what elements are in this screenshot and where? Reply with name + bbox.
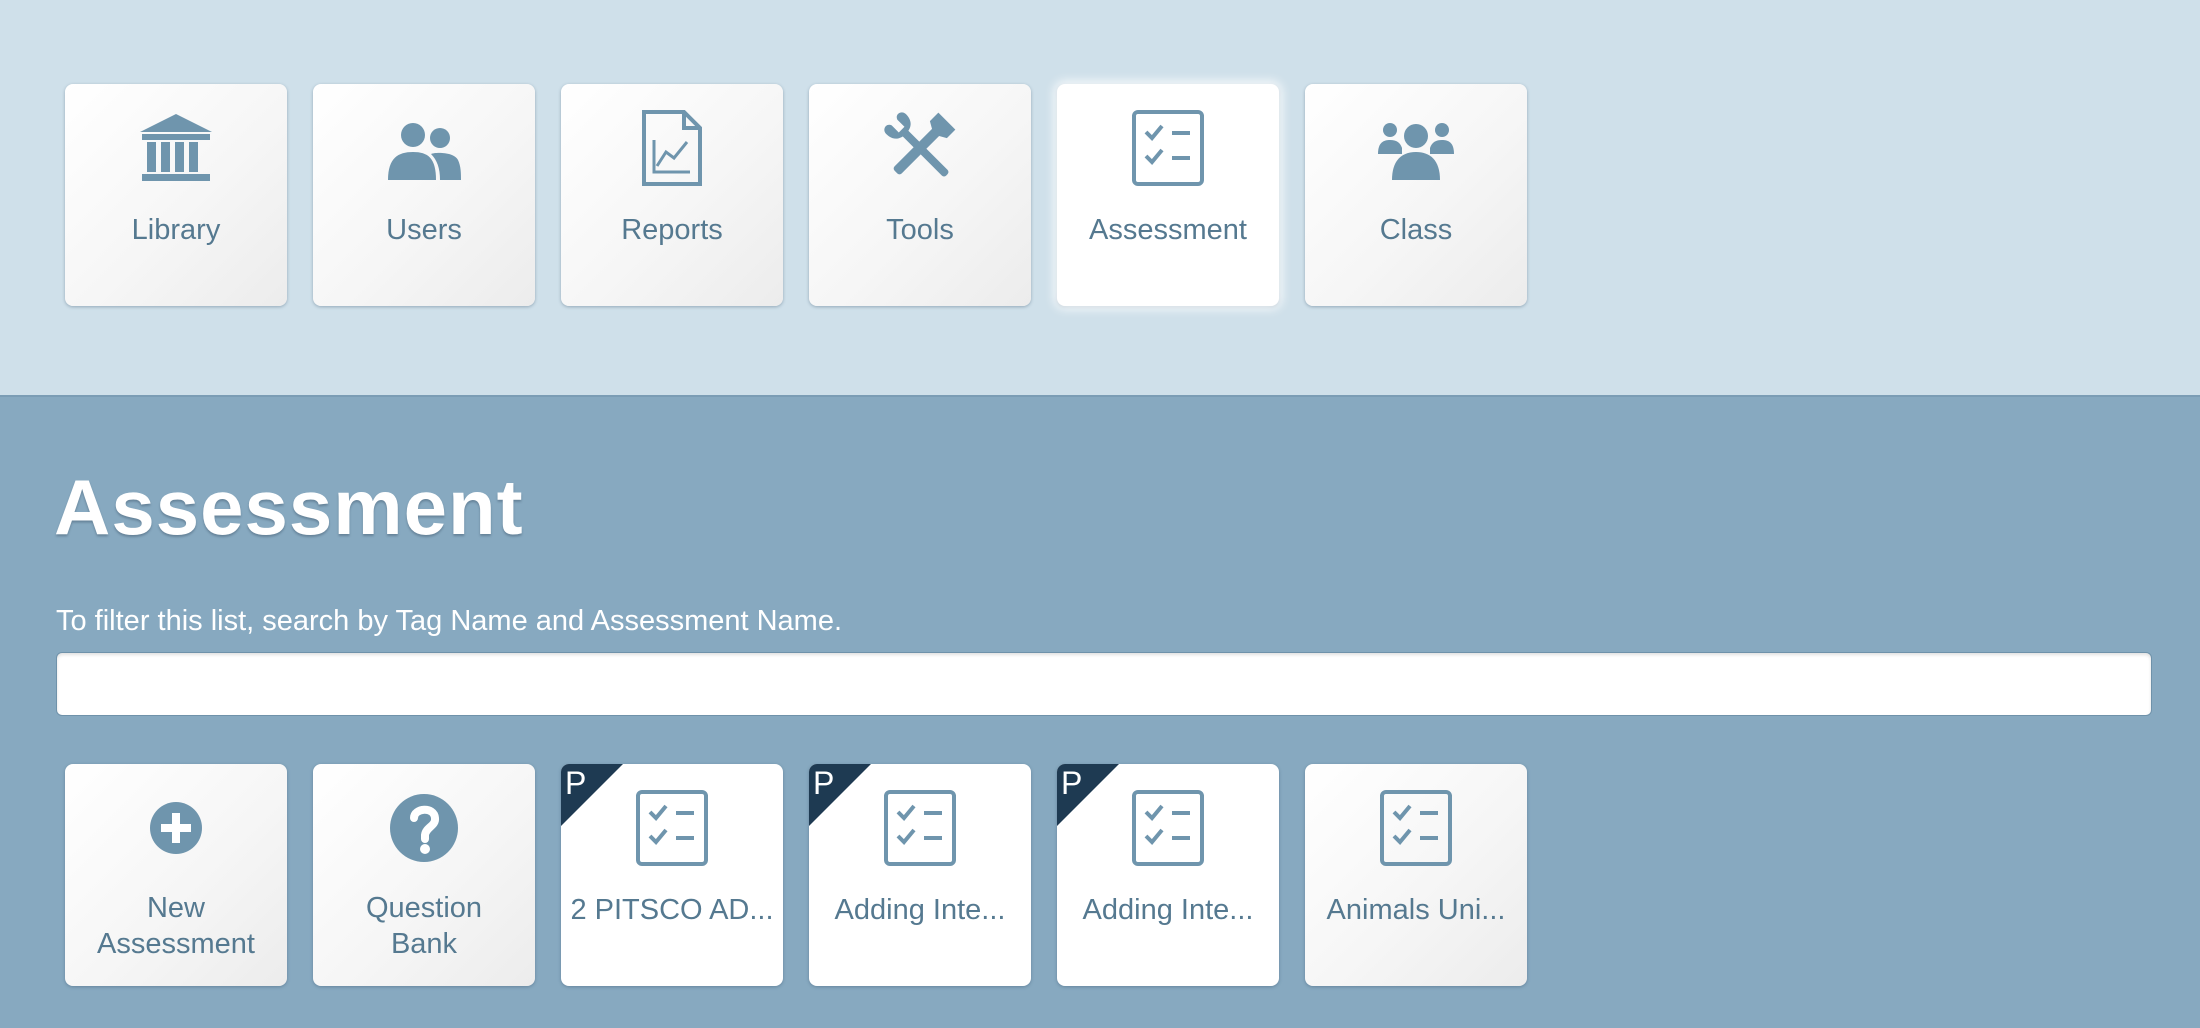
- published-badge: P: [561, 764, 623, 826]
- assessment-item[interactable]: Animals Uni...: [1305, 764, 1527, 986]
- tile-label: Adding Inte...: [834, 894, 1006, 926]
- checklist-icon: [1132, 790, 1204, 866]
- published-badge: P: [809, 764, 871, 826]
- question-circle-icon: [390, 794, 458, 862]
- tile-label: Adding Inte...: [1082, 894, 1254, 926]
- checklist-icon: [884, 790, 956, 866]
- tile-label: New Assessment: [97, 892, 255, 960]
- reports-icon: [642, 110, 702, 186]
- plus-circle-icon: [150, 802, 202, 854]
- class-icon: [1378, 123, 1454, 180]
- nav-tile-label: Assessment: [1089, 214, 1247, 246]
- nav-tile-label: Tools: [886, 214, 954, 246]
- top-navigation: Library Users Reports Tools Assessment C…: [0, 0, 2200, 397]
- checklist-icon: [636, 790, 708, 866]
- question-bank-button[interactable]: Question Bank: [313, 764, 535, 986]
- nav-tile-library[interactable]: Library: [65, 84, 287, 306]
- filter-hint: To filter this list, search by Tag Name …: [56, 605, 843, 637]
- page-title: Assessment: [54, 463, 524, 551]
- nav-tile-label: Users: [386, 214, 462, 246]
- assessment-item[interactable]: P 2 PITSCO AD...: [561, 764, 783, 986]
- checklist-icon: [1380, 790, 1452, 866]
- tile-label: Animals Uni...: [1326, 894, 1506, 926]
- nav-tile-reports[interactable]: Reports: [561, 84, 783, 306]
- nav-tile-label: Reports: [621, 214, 723, 246]
- nav-tile-tools[interactable]: Tools: [809, 84, 1031, 306]
- published-badge: P: [1057, 764, 1119, 826]
- tile-label: Question Bank: [365, 892, 483, 960]
- assessment-item[interactable]: P Adding Inte...: [1057, 764, 1279, 986]
- new-assessment-button[interactable]: New Assessment: [65, 764, 287, 986]
- nav-tile-users[interactable]: Users: [313, 84, 535, 306]
- library-icon: [140, 114, 212, 181]
- nav-tile-class[interactable]: Class: [1305, 84, 1527, 306]
- search-input[interactable]: [56, 652, 2152, 716]
- nav-tile-assessment[interactable]: Assessment: [1057, 84, 1279, 306]
- nav-tile-label: Class: [1379, 214, 1453, 246]
- tools-icon: [884, 112, 956, 177]
- nav-tile-label: Library: [131, 214, 221, 246]
- users-icon: [388, 123, 461, 180]
- assessment-item[interactable]: P Adding Inte...: [809, 764, 1031, 986]
- tile-label: 2 PITSCO AD...: [570, 894, 774, 926]
- assessment-icon: [1132, 110, 1204, 186]
